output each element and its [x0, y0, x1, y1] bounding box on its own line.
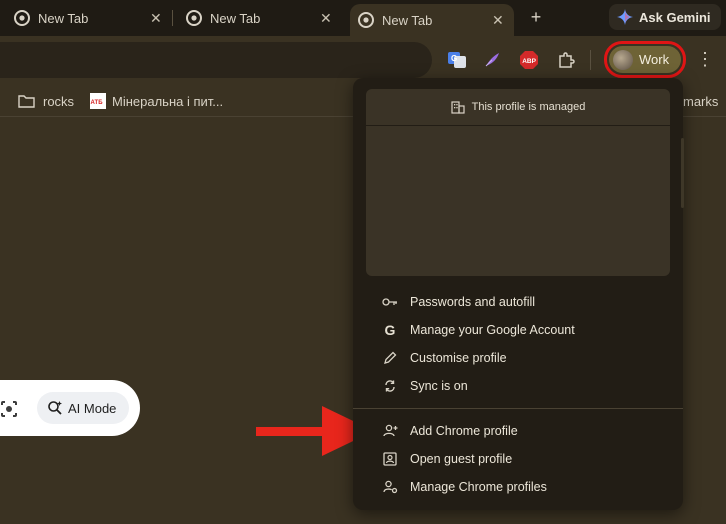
profile-label: Work	[639, 52, 670, 67]
chrome-favicon-icon	[186, 10, 202, 26]
feather-icon[interactable]	[482, 50, 502, 70]
chrome-favicon-icon	[14, 10, 30, 26]
svg-text:G: G	[451, 54, 457, 63]
more-menu-icon[interactable]: ⋮	[696, 50, 714, 70]
atb-favicon: АТБ	[90, 93, 106, 109]
google-g-icon: G	[384, 322, 396, 338]
tab-title: New Tab	[382, 12, 433, 28]
add-person-icon	[382, 423, 398, 439]
ai-mode-button[interactable]: AI Mode	[37, 392, 129, 424]
managed-profile-notice[interactable]: This profile is managed	[366, 89, 670, 126]
manage-profiles-icon	[382, 479, 398, 495]
menu-item-passwords[interactable]: Passwords and autofill	[353, 288, 683, 316]
bookmark-label: Мінеральна і пит...	[112, 93, 224, 109]
tab-3-active[interactable]: New Tab ✕	[350, 4, 514, 36]
managed-text: This profile is managed	[471, 101, 586, 113]
ai-mode-label: AI Mode	[68, 400, 117, 416]
adblock-plus-icon[interactable]: ABP	[519, 50, 539, 70]
menu-item-label: Manage Chrome profiles	[410, 480, 547, 494]
svg-text:АТБ: АТБ	[91, 100, 104, 106]
folder-icon	[18, 95, 35, 108]
menu-item-add-chrome-profile[interactable]: Add Chrome profile	[353, 417, 683, 445]
svg-text:ABP: ABP	[522, 58, 536, 65]
profile-button-highlight[interactable]: Work	[604, 41, 686, 78]
tab-close-icon[interactable]: ✕	[320, 10, 332, 27]
google-lens-icon[interactable]	[0, 400, 18, 418]
guest-profile-icon	[382, 451, 398, 467]
ask-gemini-button[interactable]: Ask Gemini	[609, 4, 721, 30]
profile-button[interactable]: Work	[609, 46, 681, 73]
pencil-icon	[382, 350, 398, 366]
bookmark-mineral[interactable]: АТБ Мінеральна і пит...	[90, 92, 223, 110]
tab-separator	[172, 10, 173, 26]
menu-item-customise-profile[interactable]: Customise profile	[353, 344, 683, 372]
menu-divider	[353, 408, 683, 409]
profile-menu: This profile is managed Passwords and au…	[353, 78, 683, 510]
menu-item-label: Sync is on	[410, 379, 468, 393]
menu-item-guest-profile[interactable]: Open guest profile	[353, 445, 683, 473]
gemini-sparkle-icon	[617, 9, 633, 25]
key-icon	[382, 294, 398, 310]
tab-title: New Tab	[38, 10, 89, 26]
menu-item-sync[interactable]: Sync is on	[353, 372, 683, 400]
puzzle-glyph	[559, 52, 575, 68]
menu-item-label: Passwords and autofill	[410, 295, 536, 309]
menu-item-label: Open guest profile	[410, 452, 513, 466]
building-icon	[451, 100, 465, 114]
ask-gemini-label: Ask Gemini	[639, 9, 711, 25]
address-bar[interactable]	[0, 42, 432, 78]
google-translate-icon[interactable]: G	[447, 50, 467, 70]
toolbar-divider	[590, 50, 591, 70]
menu-item-manage-profiles[interactable]: Manage Chrome profiles	[353, 473, 683, 501]
menu-scrollbar[interactable]	[681, 138, 684, 208]
profile-card: This profile is managed	[366, 89, 670, 276]
menu-item-google-account[interactable]: G Manage your Google Account	[353, 316, 683, 344]
all-bookmarks-partial[interactable]: marks	[683, 92, 718, 110]
abp-glyph: ABP	[520, 51, 538, 69]
puzzle-extensions-icon[interactable]	[556, 50, 576, 70]
bookmark-rocks[interactable]: rocks	[18, 92, 74, 110]
tab-1[interactable]: New Tab ✕	[14, 4, 164, 32]
tab-close-icon[interactable]: ✕	[492, 12, 504, 29]
menu-item-label: Customise profile	[410, 351, 507, 365]
menu-item-label: Manage your Google Account	[410, 323, 575, 337]
new-tab-button[interactable]: +	[526, 8, 546, 28]
sync-icon	[382, 378, 398, 394]
bookmark-label: rocks	[43, 93, 75, 109]
tab-title: New Tab	[210, 10, 261, 26]
chrome-favicon-icon	[358, 12, 374, 28]
avatar	[613, 49, 633, 70]
ai-search-icon	[48, 401, 62, 415]
translate-glyph: G	[448, 52, 466, 68]
tab-2[interactable]: New Tab ✕	[186, 4, 336, 32]
menu-item-label: Add Chrome profile	[410, 424, 518, 438]
bookmark-label: marks	[683, 93, 719, 109]
feather-glyph	[485, 53, 499, 67]
tab-close-icon[interactable]: ✕	[150, 10, 162, 27]
